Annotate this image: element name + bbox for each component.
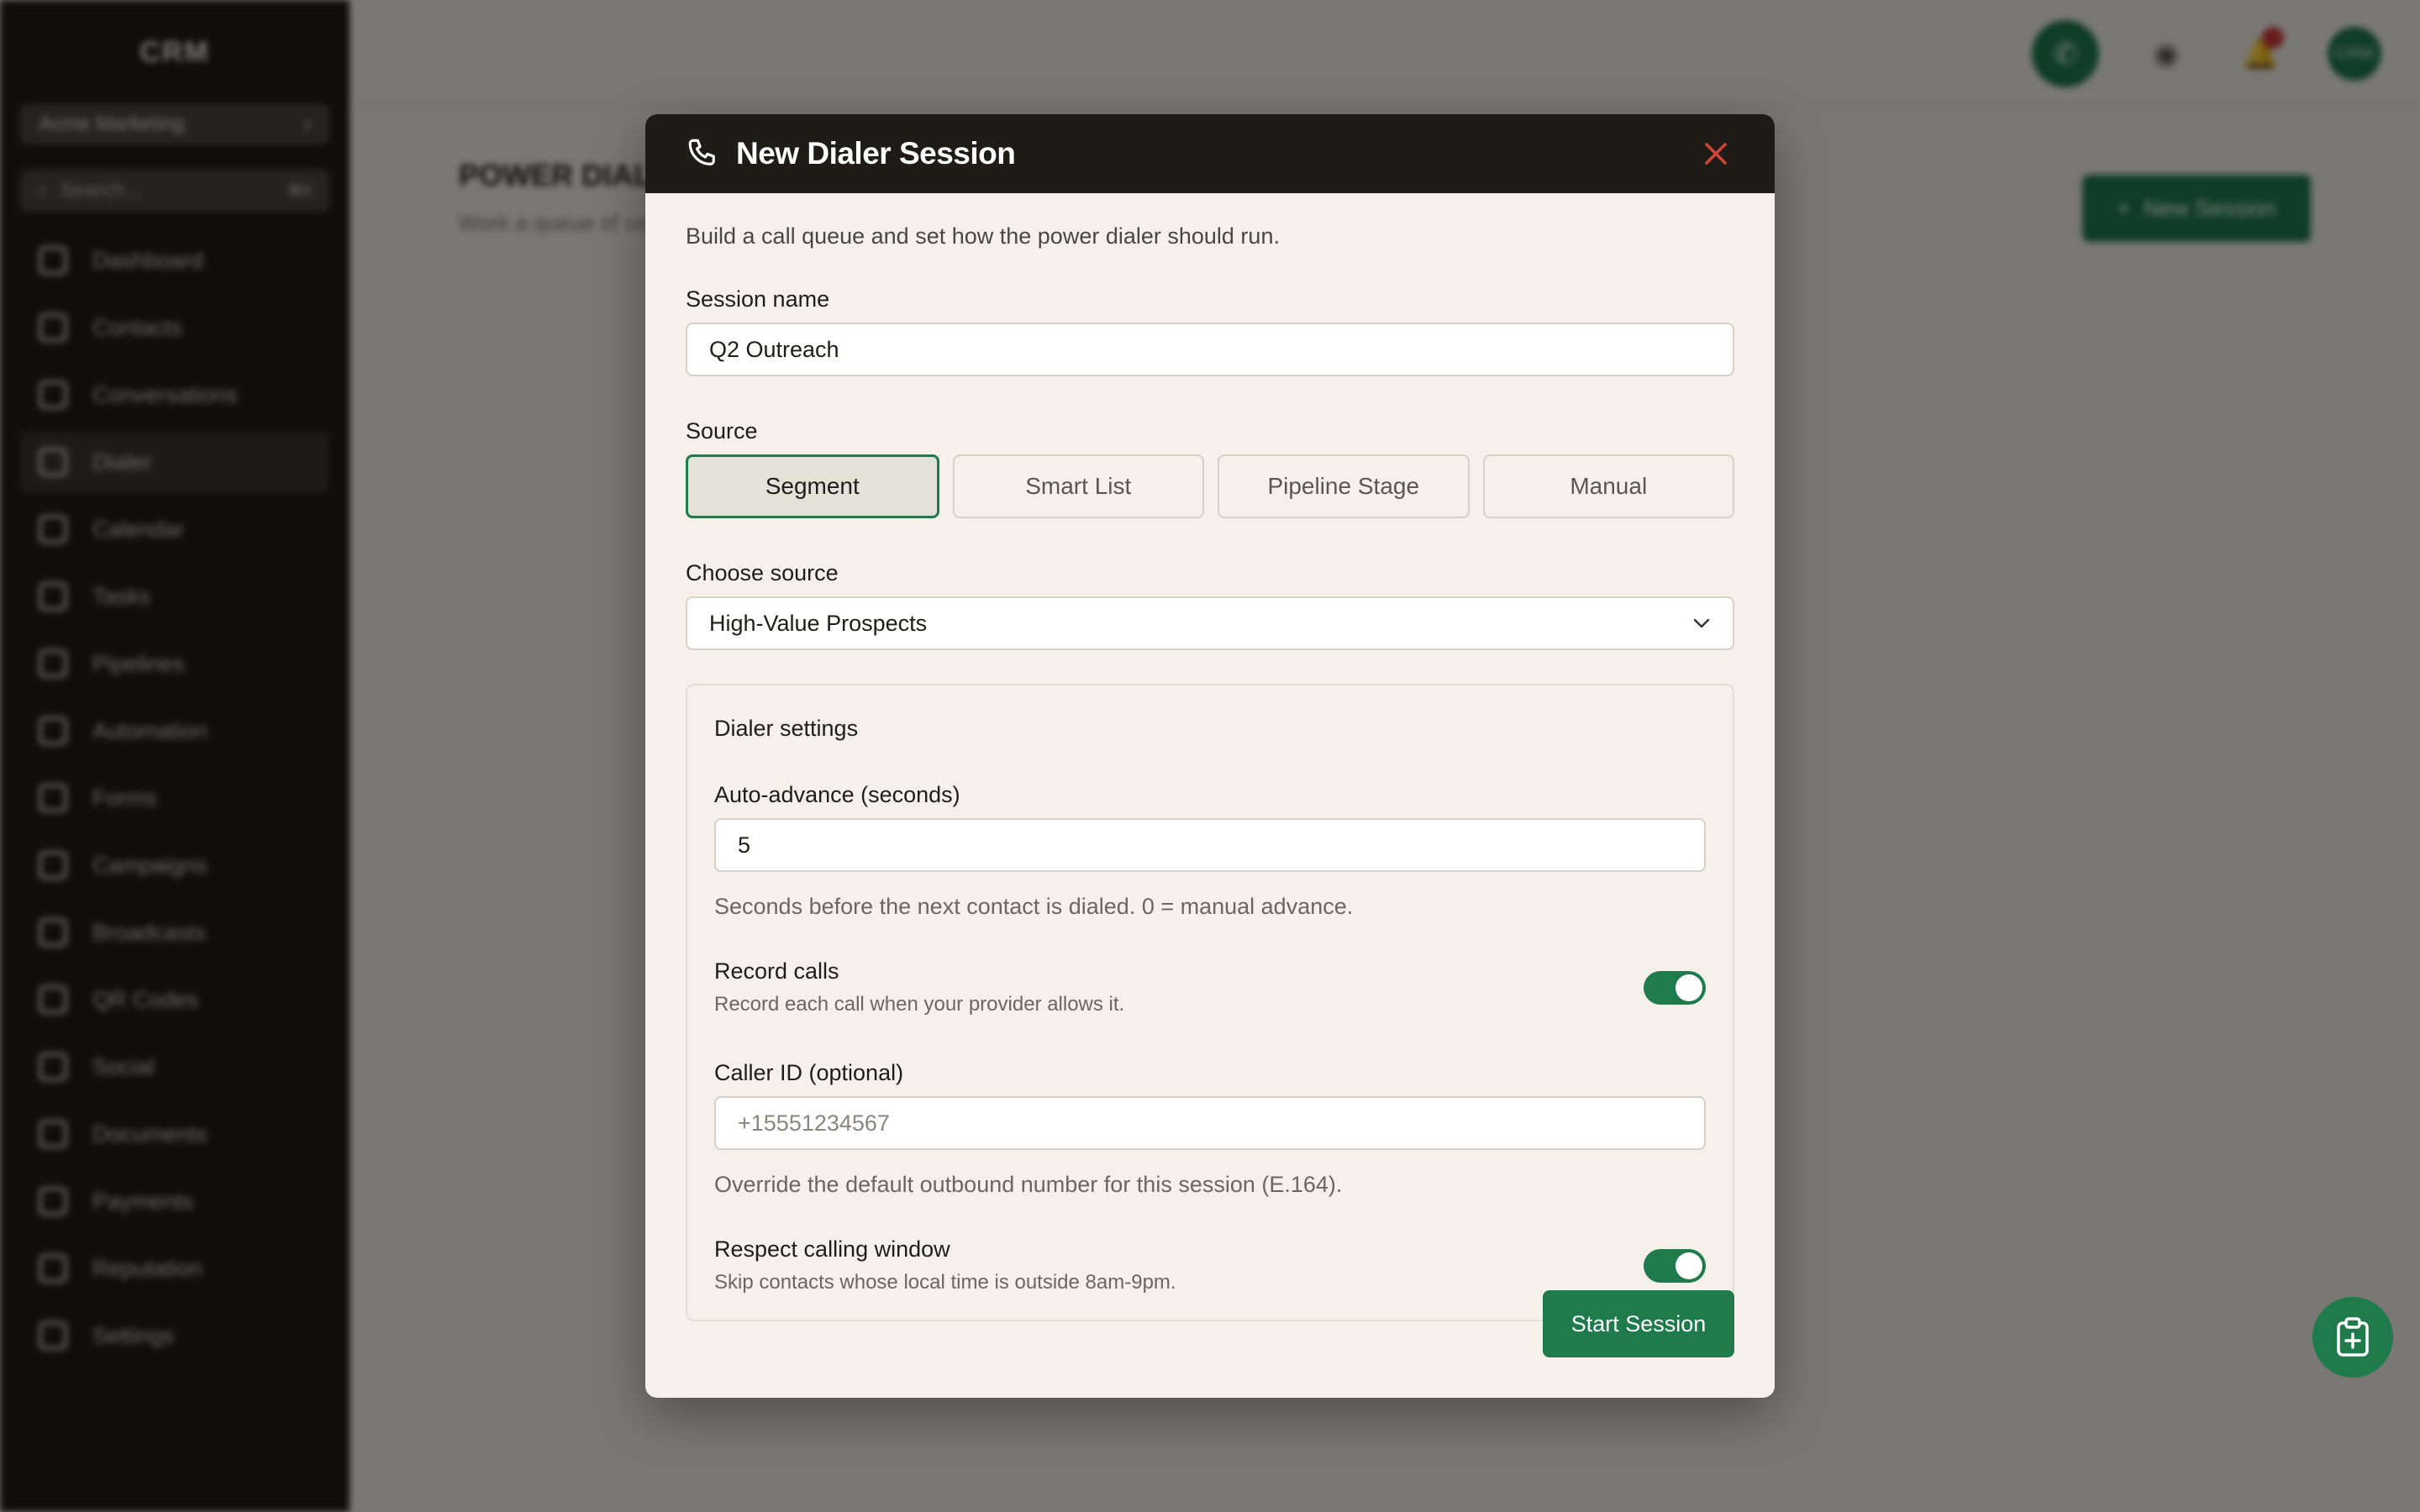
caller-id-placeholder: +15551234567 [738,1110,890,1136]
session-name-input[interactable]: Q2 Outreach [686,323,1734,376]
source-selector: Segment Smart List Pipeline Stage Manual [686,454,1734,518]
start-session-button[interactable]: Start Session [1543,1290,1734,1357]
close-button[interactable] [1697,135,1734,172]
phone-icon [688,139,715,165]
new-dialer-session-modal: New Dialer Session Build a call queue an… [645,114,1775,1398]
clipboard-plus-icon [2337,1317,2369,1357]
auto-advance-label: Auto-advance (seconds) [714,782,960,807]
clipboard-add-button[interactable] [2312,1297,2393,1378]
record-calls-toggle[interactable] [1644,970,1706,1005]
close-icon [1705,143,1727,165]
record-calls-row: Record calls Record each call when your … [714,958,1706,1016]
caller-id-hint: Override the default outbound number for… [714,1172,1343,1197]
respect-window-toggle[interactable] [1644,1248,1706,1283]
auto-advance-value: 5 [738,832,751,858]
auto-advance-input[interactable]: 5 [714,818,1706,872]
record-calls-description: Record each call when your provider allo… [714,993,1125,1016]
caller-id-input[interactable]: +15551234567 [714,1096,1706,1150]
source-option-smart-list[interactable]: Smart List [952,454,1204,518]
dialer-settings-title: Dialer settings [714,716,859,741]
choose-source-label: Choose source [686,560,839,585]
auto-advance-hint: Seconds before the next contact is diale… [714,894,1354,919]
source-option-manual[interactable]: Manual [1482,454,1734,518]
dialer-settings-card: Dialer settings Auto-advance (seconds) 5… [686,684,1734,1321]
respect-window-row: Respect calling window Skip contacts who… [714,1236,1706,1294]
respect-window-label: Respect calling window [714,1236,950,1262]
respect-window-description: Skip contacts whose local time is outsid… [714,1271,1176,1294]
record-calls-label: Record calls [714,958,839,984]
session-name-label: Session name [686,286,830,312]
source-label: Source [686,418,758,444]
choose-source-select[interactable]: High-Value Prospects [686,596,1734,650]
modal-header: New Dialer Session [645,114,1775,193]
modal-intro: Build a call queue and set how the power… [686,223,1280,249]
choose-source-value: High-Value Prospects [709,610,928,636]
caller-id-label: Caller ID (optional) [714,1060,904,1085]
source-option-segment[interactable]: Segment [686,454,939,518]
session-name-value: Q2 Outreach [709,336,839,362]
modal-body: Build a call queue and set how the power… [645,223,1775,1321]
source-option-pipeline-stage[interactable]: Pipeline Stage [1218,454,1470,518]
modal-title: New Dialer Session [736,136,1016,171]
chevron-down-icon [1693,618,1710,628]
